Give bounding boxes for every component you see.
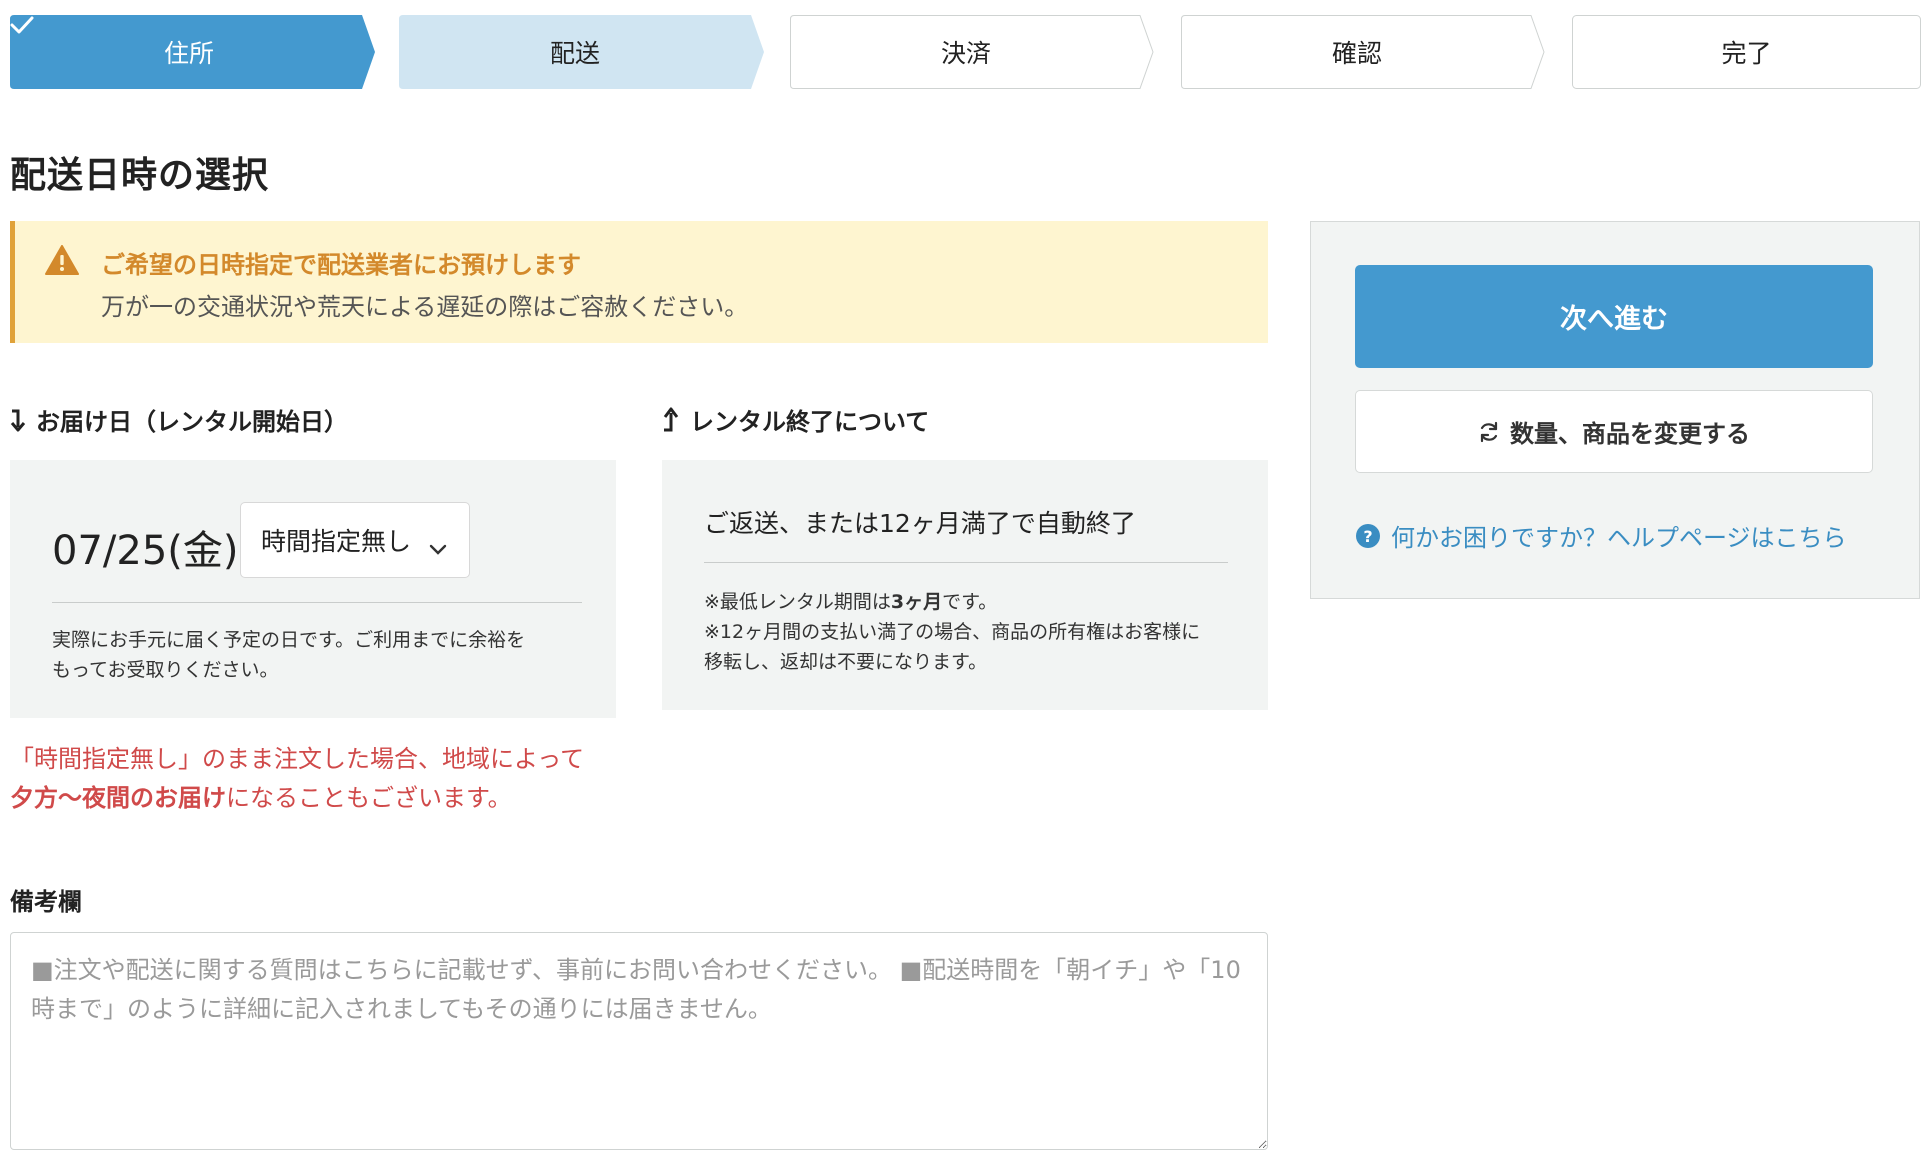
rental-note-2-line1: ※12ヶ月間の支払い満了の場合、商品の所有権はお客様に [704,621,1201,643]
step-confirm[interactable]: 確認 [1181,15,1546,89]
chevron-down-icon [429,533,447,562]
step-confirm-text: 確認 [1181,15,1533,89]
change-items-label: 数量、商品を変更する [1510,420,1750,448]
rental-note-2-line2: 移転し、返却は不要になります。 [704,651,988,673]
warning-rest: になることもございます。 [226,784,512,812]
rental-end-main: ご返送、または12ヶ月満了で自動終了 [704,509,1136,538]
step-address[interactable]: 住所 [10,15,375,89]
remarks-textarea[interactable] [10,932,1268,1150]
svg-text:?: ? [1363,527,1372,546]
rental-end-heading-text: レンタル終了について [690,408,930,436]
delivery-heading-text: お届け日（レンタル開始日） [36,408,348,436]
rental-note-1-prefix: ※最低レンタル期間は [704,591,891,613]
delivery-date-box: 07/25(金) 時間指定無し 実際にお手元に届く予定の日です。ご利用までに余裕… [10,460,616,718]
step-complete[interactable]: 完了 [1572,15,1921,89]
notice-title: ご希望の日時指定で配送業者にお預けします [101,251,581,279]
step-payment[interactable]: 決済 [790,15,1155,89]
warning-icon [45,245,79,279]
time-unspecified-warning: 「時間指定無し」のまま注文した場合、地域によって 夕方〜夜間のお届けになることも… [10,740,584,818]
rental-end-box: ご返送、または12ヶ月満了で自動終了 ※最低レンタル期間は3ヶ月です。 ※12ヶ… [662,460,1268,710]
step-payment-label: 決済 [940,39,991,68]
delivery-heading: お届け日（レンタル開始日） [10,402,348,437]
checkout-page: 住所 配送 決済 確認 完了 配送日時の選択 ご希望の日時指定で配送業者にお預け… [0,0,1930,1164]
warning-bold: 夕方〜夜間のお届け [10,784,226,812]
rental-note-1-bold: 3ヶ月 [890,591,943,613]
delivery-time-value: 時間指定無し [261,527,412,556]
rental-end-notes: ※最低レンタル期間は3ヶ月です。 ※12ヶ月間の支払い満了の場合、商品の所有権は… [704,587,1200,677]
rental-note-1: ※最低レンタル期間は3ヶ月です。 [704,587,1200,617]
question-icon: ? [1355,523,1381,549]
delivery-note: 実際にお手元に届く予定の日です。ご利用までに余裕を もってお受取りください。 [52,625,525,685]
next-button[interactable]: 次へ進む [1355,265,1873,368]
remarks-label: 備考欄 [10,888,82,916]
step-complete-text: 完了 [1572,15,1921,89]
delivery-time-select[interactable]: 時間指定無し [240,502,470,578]
rental-divider [704,562,1228,563]
step-address-label: 住所 [163,39,214,68]
arrow-up-icon [662,407,680,433]
refresh-icon [1478,421,1500,443]
step-complete-label: 完了 [1721,39,1772,68]
step-delivery[interactable]: 配送 [399,15,764,89]
delivery-note-line2: もってお受取りください。 [52,659,279,681]
step-address-text: 住所 [10,15,362,89]
arrow-down-icon [10,408,26,432]
page-title: 配送日時の選択 [10,155,270,196]
notice-text: 万が一の交通状況や荒天による遅延の際はご容赦ください。 [101,293,749,321]
checkout-steps: 住所 配送 決済 確認 完了 [10,15,1921,89]
step-delivery-label: 配送 [549,39,600,68]
delivery-date: 07/25(金) [52,528,239,574]
step-confirm-label: 確認 [1331,39,1382,68]
delivery-divider [52,602,582,603]
step-delivery-text: 配送 [399,15,751,89]
warning-line2: 夕方〜夜間のお届けになることもございます。 [10,779,584,818]
change-items-button[interactable]: 数量、商品を変更する [1355,390,1873,473]
help-link-label: 何かお困りですか？ヘルプページはこちら [1391,524,1847,552]
rental-end-heading: レンタル終了について [662,402,929,437]
delivery-note-line1: 実際にお手元に届く予定の日です。ご利用までに余裕を [52,629,526,651]
side-panel: 次へ進む 数量、商品を変更する ? 何かお困りですか？ヘルプページはこちら [1310,221,1920,599]
rental-note-1-suffix: です。 [942,591,998,613]
warning-line1: 「時間指定無し」のまま注文した場合、地域によって [10,745,585,773]
help-link[interactable]: ? 何かお困りですか？ヘルプページはこちら [1355,518,1847,553]
delivery-notice: ご希望の日時指定で配送業者にお預けします 万が一の交通状況や荒天による遅延の際は… [10,221,1268,343]
step-payment-text: 決済 [790,15,1142,89]
